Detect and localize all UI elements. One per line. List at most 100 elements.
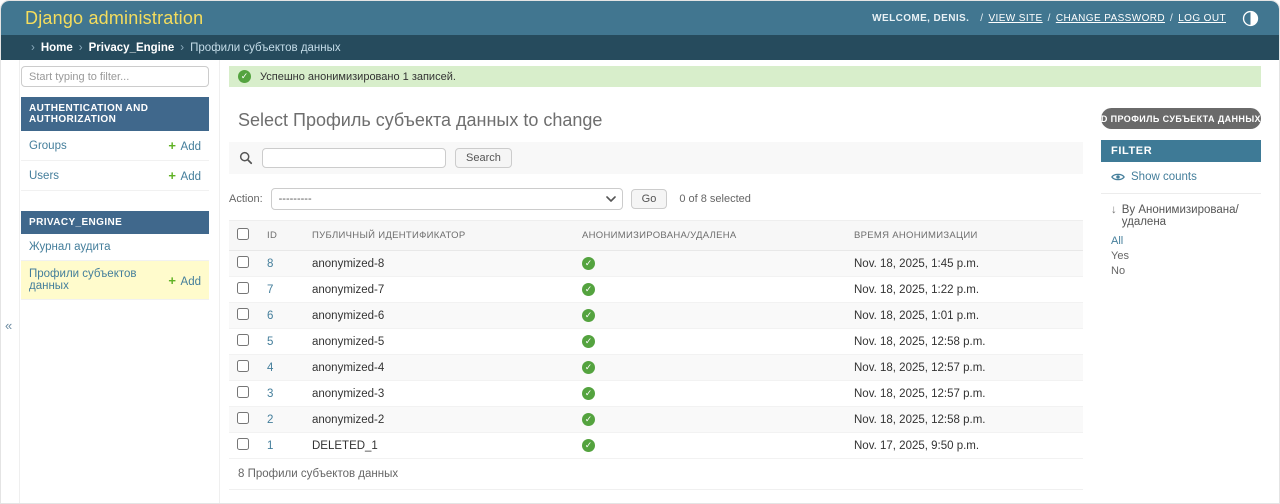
filter-option[interactable]: No bbox=[1111, 264, 1251, 279]
add-link-label[interactable]: Add bbox=[181, 276, 201, 288]
theme-toggle-icon[interactable] bbox=[1242, 10, 1259, 27]
action-select-wrap: --------- bbox=[270, 188, 623, 210]
col-anonymized[interactable]: АНОНИМИЗИРОВАНА/УДАЛЕНА bbox=[574, 220, 846, 251]
model-link[interactable]: Профили субъектов данных bbox=[29, 268, 168, 292]
add-link[interactable]: + Add bbox=[168, 273, 201, 288]
success-text: Успешно анонимизировано 1 записей. bbox=[260, 70, 456, 83]
result-count: 8 Профили субъектов данных bbox=[229, 459, 1083, 490]
add-link-label[interactable]: Add bbox=[181, 171, 201, 183]
row-public-id: anonymized-8 bbox=[304, 250, 574, 277]
search-icon bbox=[239, 151, 253, 165]
row-public-id: anonymized-6 bbox=[304, 302, 574, 329]
plus-icon: + bbox=[1266, 111, 1275, 126]
success-message: ✓ Успешно анонимизировано 1 записей. bbox=[229, 66, 1261, 87]
row-id-link[interactable]: 5 bbox=[267, 336, 273, 348]
row-public-id: anonymized-2 bbox=[304, 406, 574, 433]
sidebar-item[interactable]: Профили субъектов данных + Add bbox=[21, 261, 209, 300]
plus-icon: + bbox=[168, 138, 176, 153]
search-input[interactable] bbox=[262, 148, 446, 168]
breadcrumb-link[interactable]: Профили субъектов данных bbox=[190, 42, 341, 54]
model-link[interactable]: Users bbox=[29, 170, 59, 182]
breadcrumb-link[interactable]: Privacy_Engine bbox=[89, 42, 175, 54]
table-row: 7 anonymized-7 ✓ Nov. 18, 2025, 1:22 p.m… bbox=[229, 276, 1083, 303]
row-public-id: anonymized-5 bbox=[304, 328, 574, 355]
model-link[interactable]: Журнал аудита bbox=[29, 241, 110, 253]
filter-option[interactable]: Yes bbox=[1111, 249, 1251, 264]
row-checkbox[interactable] bbox=[237, 360, 249, 372]
row-anon-time: Nov. 18, 2025, 1:45 p.m. bbox=[846, 250, 1083, 277]
link-separator: / bbox=[1170, 12, 1174, 24]
search-button[interactable]: Search bbox=[455, 148, 512, 168]
add-link[interactable]: + Add bbox=[168, 138, 201, 153]
row-public-id: anonymized-7 bbox=[304, 276, 574, 303]
user-tool-link[interactable]: LOG OUT bbox=[1178, 13, 1226, 24]
add-object-button[interactable]: ADD ПРОФИЛЬ СУБЪЕКТА ДАННЫХ + bbox=[1087, 108, 1275, 129]
row-checkbox[interactable] bbox=[237, 412, 249, 424]
filter-group-heading[interactable]: ↓ By Анонимизирована/удалена bbox=[1101, 194, 1261, 234]
row-id-link[interactable]: 4 bbox=[267, 362, 273, 374]
table-row: 3 anonymized-3 ✓ Nov. 18, 2025, 12:57 p.… bbox=[229, 380, 1083, 407]
row-checkbox[interactable] bbox=[237, 334, 249, 346]
breadcrumb-separator: › bbox=[31, 41, 35, 54]
table-row: 2 anonymized-2 ✓ Nov. 18, 2025, 12:58 p.… bbox=[229, 406, 1083, 433]
sidebar-item[interactable]: Users + Add bbox=[21, 161, 209, 191]
row-anon-time: Nov. 18, 2025, 12:57 p.m. bbox=[846, 354, 1083, 381]
row-checkbox[interactable] bbox=[237, 438, 249, 450]
user-tool-link[interactable]: VIEW SITE bbox=[988, 13, 1042, 24]
check-icon: ✓ bbox=[582, 257, 595, 270]
row-checkbox[interactable] bbox=[237, 308, 249, 320]
row-checkbox[interactable] bbox=[237, 256, 249, 268]
result-table: ID ПУБЛИЧНЫЙ ИДЕНТИФИКАТОР АНОНИМИЗИРОВА… bbox=[229, 220, 1083, 459]
action-label: Action: bbox=[229, 193, 263, 205]
go-button[interactable]: Go bbox=[630, 189, 668, 209]
breadcrumb-link[interactable]: Home bbox=[41, 42, 73, 54]
row-checkbox[interactable] bbox=[237, 282, 249, 294]
check-icon: ✓ bbox=[582, 283, 595, 296]
main-content: ✓ Успешно анонимизировано 1 записей. Sel… bbox=[220, 60, 1279, 503]
filter-panel: FILTER Show counts ↓ By Анонимизирована/… bbox=[1101, 140, 1261, 287]
site-title-link[interactable]: Django administration bbox=[25, 8, 203, 29]
search-toolbar: Search bbox=[229, 142, 1083, 174]
col-id[interactable]: ID bbox=[259, 220, 304, 251]
row-anon-time: Nov. 17, 2025, 9:50 p.m. bbox=[846, 432, 1083, 459]
row-checkbox[interactable] bbox=[237, 386, 249, 398]
select-all-checkbox[interactable] bbox=[237, 228, 249, 240]
row-id-link[interactable]: 3 bbox=[267, 388, 273, 400]
collapse-arrow-icon: ↓ bbox=[1111, 204, 1117, 216]
sidebar-collapse-toggle[interactable]: « bbox=[5, 318, 12, 333]
show-counts-toggle[interactable]: Show counts bbox=[1101, 162, 1261, 194]
filter-option[interactable]: All bbox=[1111, 234, 1251, 249]
nav-sidebar: AUTHENTICATION AND AUTHORIZATION Groups … bbox=[20, 60, 220, 503]
user-links: / VIEW SITE / CHANGE PASSWORD / LOG OUT bbox=[975, 13, 1226, 24]
user-tools: WELCOME, DENIS. / VIEW SITE / CHANGE PASSW… bbox=[872, 10, 1259, 27]
col-anon-time[interactable]: ВРЕМЯ АНОНИМИЗАЦИИ bbox=[846, 220, 1083, 251]
action-select[interactable]: --------- bbox=[270, 188, 623, 210]
table-row: 1 DELETED_1 ✓ Nov. 17, 2025, 9:50 p.m. bbox=[229, 432, 1083, 459]
module-privacy-engine: PRIVACY_ENGINE Журнал аудита Профили суб… bbox=[21, 211, 209, 300]
row-public-id: anonymized-3 bbox=[304, 380, 574, 407]
row-anon-time: Nov. 18, 2025, 12:58 p.m. bbox=[846, 328, 1083, 355]
nav-filter-input[interactable] bbox=[21, 66, 209, 87]
col-public-id[interactable]: ПУБЛИЧНЫЙ ИДЕНТИФИКАТОР bbox=[304, 220, 574, 251]
row-anon-time: Nov. 18, 2025, 12:58 p.m. bbox=[846, 406, 1083, 433]
module-privacy-caption: PRIVACY_ENGINE bbox=[21, 211, 209, 234]
filter-options: All Yes No bbox=[1101, 234, 1261, 287]
model-link[interactable]: Groups bbox=[29, 140, 67, 152]
table-row: 5 anonymized-5 ✓ Nov. 18, 2025, 12:58 p.… bbox=[229, 328, 1083, 355]
add-link[interactable]: + Add bbox=[168, 168, 201, 183]
row-anon-time: Nov. 18, 2025, 1:01 p.m. bbox=[846, 302, 1083, 329]
row-id-link[interactable]: 6 bbox=[267, 310, 273, 322]
eye-icon bbox=[1111, 172, 1125, 182]
filter-group-label: By Анонимизирована/удалена bbox=[1121, 204, 1239, 228]
row-id-link[interactable]: 2 bbox=[267, 414, 273, 426]
actions-row: Action: --------- Go 0 of 8 selected bbox=[229, 188, 1083, 210]
page-title: Select Профиль субъекта данных to change bbox=[238, 110, 603, 130]
row-id-link[interactable]: 7 bbox=[267, 284, 273, 296]
row-id-link[interactable]: 1 bbox=[267, 440, 273, 452]
table-row: 8 anonymized-8 ✓ Nov. 18, 2025, 1:45 p.m… bbox=[229, 250, 1083, 277]
row-id-link[interactable]: 8 bbox=[267, 258, 273, 270]
add-link-label[interactable]: Add bbox=[181, 141, 201, 153]
sidebar-item[interactable]: Groups + Add bbox=[21, 131, 209, 161]
user-tool-link[interactable]: CHANGE PASSWORD bbox=[1056, 13, 1165, 24]
sidebar-item[interactable]: Журнал аудита bbox=[21, 234, 209, 261]
